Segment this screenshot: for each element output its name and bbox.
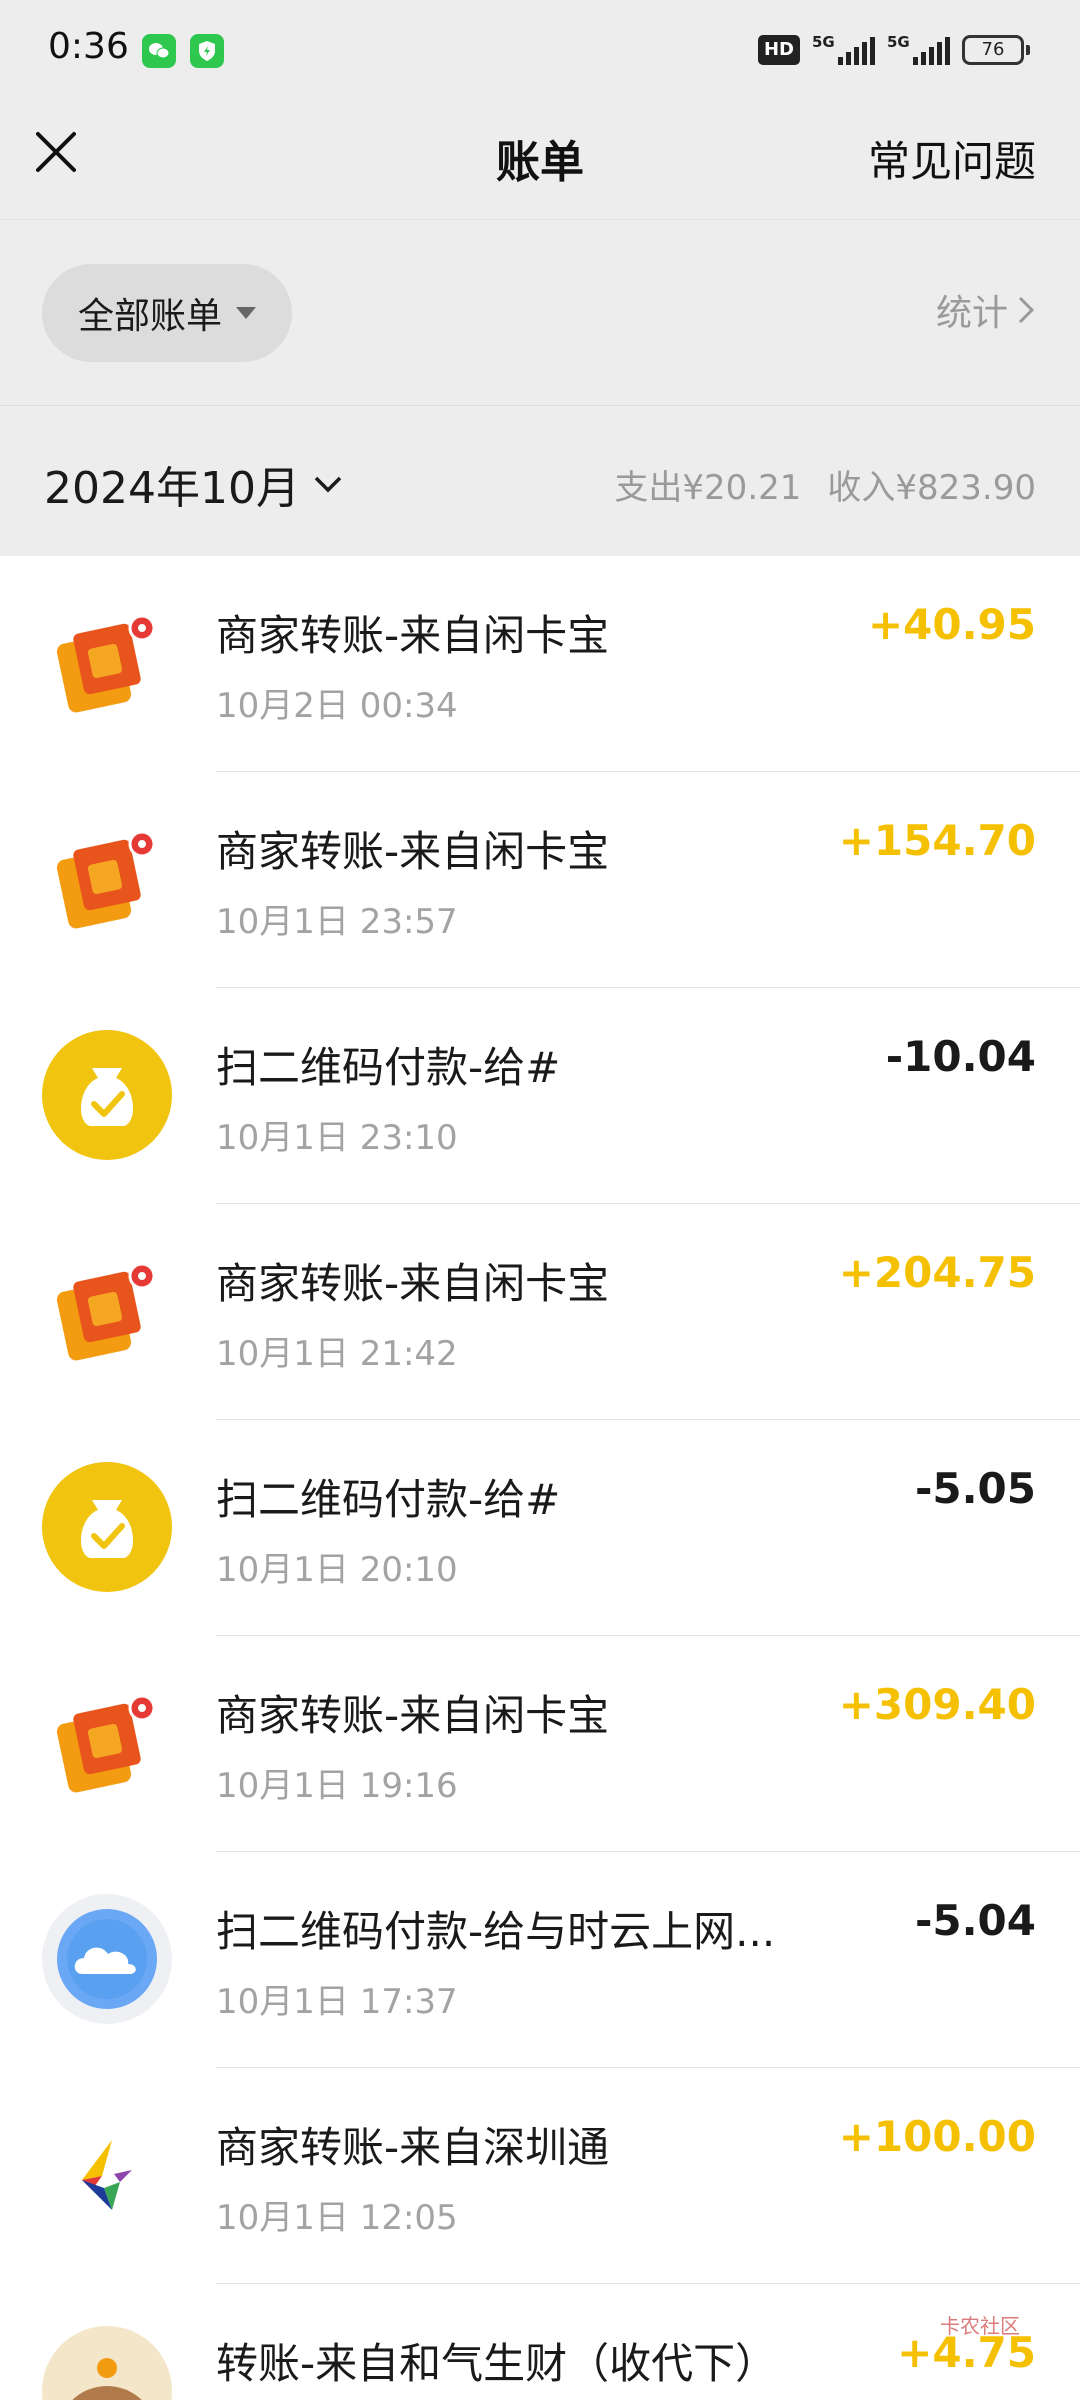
wallet-icon <box>42 1246 172 1376</box>
wechat-notification-icon <box>142 34 176 68</box>
money-bag-icon <box>42 1030 172 1160</box>
filter-bar: 全部账单 统计 <box>0 220 1080 406</box>
stats-label: 统计 <box>935 293 1008 334</box>
list-item[interactable]: 扫二维码付款-给# 10月1日 20:10 -5.05 <box>0 1420 1080 1636</box>
month-label: 2024年10月 <box>44 463 300 514</box>
shenzhentong-logo-icon <box>42 2110 172 2240</box>
money-bag-icon <box>42 1462 172 1592</box>
transaction-title: 商家转账-来自闲卡宝 <box>216 827 610 876</box>
transaction-amount: +100.00 <box>838 2112 1036 2161</box>
transaction-amount: -10.04 <box>885 1032 1036 1081</box>
transaction-title: 转账-来自和气生财（收代下） <box>216 2339 778 2388</box>
signal-icon: 5G <box>812 33 875 65</box>
hd-badge: HD <box>757 35 800 65</box>
list-item[interactable]: 扫二维码付款-给# 10月1日 23:10 -10.04 <box>0 988 1080 1204</box>
list-item[interactable]: 商家转账-来自闲卡宝 10月1日 23:57 +154.70 <box>0 772 1080 988</box>
dropdown-triangle-icon <box>236 307 256 319</box>
all-bills-label: 全部账单 <box>77 296 222 337</box>
faq-link[interactable]: 常见问题 <box>868 128 1036 189</box>
list-item[interactable]: 商家转账-来自闲卡宝 10月2日 00:34 +40.95 <box>0 556 1080 772</box>
chevron-right-icon <box>1018 296 1035 324</box>
month-header: 2024年10月 支出¥20.21 收入¥823.90 <box>0 406 1080 556</box>
bear-avatar-icon <box>42 2326 172 2400</box>
chevron-down-icon <box>314 476 342 493</box>
status-time: 0:36 <box>48 26 129 67</box>
list-item[interactable]: 商家转账-来自深圳通 10月1日 12:05 +100.00 <box>0 2068 1080 2284</box>
transaction-title: 商家转账-来自闲卡宝 <box>216 1691 610 1740</box>
transaction-amount: +154.70 <box>838 816 1036 865</box>
watermark: 卡农社区 <box>940 2314 1020 2338</box>
transaction-time: 10月1日 12:05 <box>216 2198 458 2238</box>
list-item[interactable]: 转账-来自和气生财（收代下） +4.75 <box>0 2284 1080 2400</box>
wallet-icon <box>42 814 172 944</box>
transaction-time: 10月2日 00:34 <box>216 686 458 726</box>
status-indicators: HD 5G 5G 76 <box>757 32 1030 68</box>
list-item[interactable]: 商家转账-来自闲卡宝 10月1日 19:16 +309.40 <box>0 1636 1080 1852</box>
shield-notification-icon <box>190 34 224 68</box>
transaction-title: 商家转账-来自闲卡宝 <box>216 1259 610 1308</box>
transaction-time: 10月1日 20:10 <box>216 1550 458 1590</box>
transaction-amount: +40.95 <box>867 600 1036 649</box>
wallet-icon <box>42 1678 172 1808</box>
transaction-amount: +309.40 <box>838 1680 1036 1729</box>
transaction-amount: -5.04 <box>914 1896 1036 1945</box>
income-total: 收入¥823.90 <box>827 468 1036 508</box>
status-bar: 0:36 HD 5G 5G 76 <box>0 0 1080 96</box>
battery-icon: 76 <box>962 35 1030 65</box>
transaction-amount: +204.75 <box>838 1248 1036 1297</box>
transaction-title: 商家转账-来自闲卡宝 <box>216 611 610 660</box>
transaction-time: 10月1日 23:57 <box>216 902 458 942</box>
month-selector[interactable]: 2024年10月 <box>44 452 344 516</box>
transaction-time: 10月1日 23:10 <box>216 1118 458 1158</box>
transaction-time: 10月1日 19:16 <box>216 1766 458 1806</box>
stats-link[interactable]: 统计 <box>936 284 1036 336</box>
month-summary: 支出¥20.21 收入¥823.90 <box>614 460 1036 509</box>
transaction-title: 扫二维码付款-给# <box>216 1043 561 1092</box>
cloud-icon <box>42 1894 172 2024</box>
signal-icon: 5G <box>887 33 950 65</box>
transaction-time: 10月1日 17:37 <box>216 1982 458 2022</box>
list-item[interactable]: 商家转账-来自闲卡宝 10月1日 21:42 +204.75 <box>0 1204 1080 1420</box>
list-item[interactable]: 扫二维码付款-给与时云上网... 10月1日 17:37 -5.04 <box>0 1852 1080 2068</box>
transaction-amount: -5.05 <box>914 1464 1036 1513</box>
expense-total: 支出¥20.21 <box>614 468 802 508</box>
wallet-icon <box>42 598 172 728</box>
transaction-title: 商家转账-来自深圳通 <box>216 2123 610 2172</box>
nav-bar: 账单 常见问题 <box>0 96 1080 220</box>
transaction-time: 10月1日 21:42 <box>216 1334 458 1374</box>
all-bills-filter-button[interactable]: 全部账单 <box>42 264 292 362</box>
transaction-title: 扫二维码付款-给# <box>216 1475 561 1524</box>
transaction-title: 扫二维码付款-给与时云上网... <box>216 1907 776 1956</box>
transaction-list: 商家转账-来自闲卡宝 10月2日 00:34 +40.95 商家转账-来自闲卡宝… <box>0 556 1080 2400</box>
